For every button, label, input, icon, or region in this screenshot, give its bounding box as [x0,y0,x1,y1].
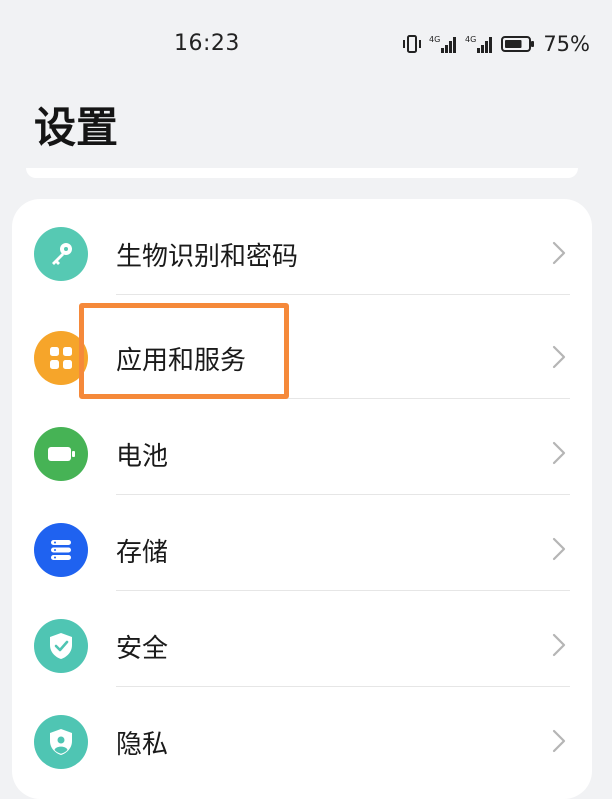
settings-item-security[interactable]: 安全 [12,591,592,687]
chevron-right-icon [552,729,566,753]
page-title: 设置 [34,103,119,152]
status-icons: 4G 4G 75% [401,32,590,56]
settings-item-privacy[interactable]: 隐私 [12,687,592,783]
storage-icon [34,523,88,577]
shield-check-icon [34,619,88,673]
chevron-right-icon [552,241,566,265]
settings-item-label: 生物识别和密码 [116,242,299,272]
status-time: 16:23 [174,31,240,56]
battery-icon [34,427,88,481]
vibrate-icon [403,35,422,53]
settings-item-label: 电池 [116,442,169,472]
signal-icon: 4G [465,35,493,53]
settings-item-storage[interactable]: 存储 [12,495,592,591]
settings-item-label: 隐私 [116,730,169,760]
search-bar-edge[interactable] [26,168,578,178]
signal-1-label: 4G [429,35,440,44]
settings-item-battery[interactable]: 电池 [12,399,592,495]
battery-fill [505,40,522,48]
signal-icon: 4G [429,35,457,53]
settings-item-label: 安全 [116,634,169,664]
chevron-right-icon [552,633,566,657]
signal-2-label: 4G [465,35,476,44]
chevron-right-icon [552,537,566,561]
key-icon [34,227,88,281]
settings-item-biometrics[interactable]: 生物识别和密码 [12,199,592,295]
chevron-right-icon [552,345,566,369]
chevron-right-icon [552,441,566,465]
status-bar: 16:23 4G 4G 75% [0,0,612,90]
divider [116,294,570,295]
settings-card: 生物识别和密码 应用和服务 电池 存储 安全 隐私 [12,199,592,799]
privacy-shield-icon [34,715,88,769]
highlight-box [79,303,289,399]
settings-item-label: 存储 [116,538,169,568]
battery-status-icon [501,36,535,52]
battery-percent: 75% [543,32,590,56]
